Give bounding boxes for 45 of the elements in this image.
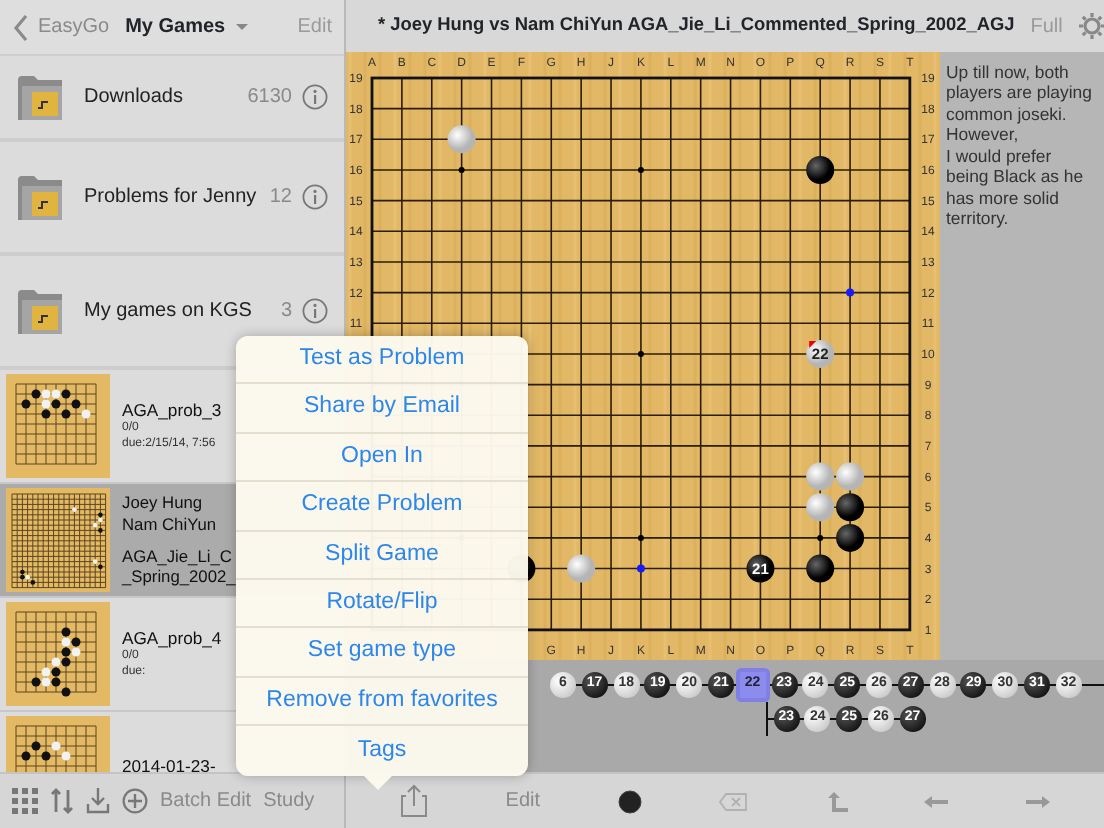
branch-icon[interactable] [825, 791, 848, 811]
info-icon[interactable] [302, 298, 328, 324]
folder-icon [16, 173, 64, 221]
go-stone[interactable] [806, 554, 835, 583]
folder-row[interactable]: My games on KGS 3 [0, 289, 344, 333]
list-title[interactable]: My Games [125, 12, 226, 42]
sort-icon[interactable] [50, 788, 74, 814]
go-stone[interactable] [806, 156, 835, 184]
game-title: AGA_Jie_Li_C [122, 545, 234, 567]
folder-name: Downloads [84, 84, 183, 112]
comment-text: Up till now, both players are playing common joseki. However, I would prefer being Black as he has more solid territory. [940, 52, 1104, 660]
point-marker [846, 288, 855, 297]
folder-row[interactable]: Downloads 6130 [0, 75, 344, 119]
folder-name: My games on KGS [84, 298, 252, 326]
game-title: AGA_prob_4 [122, 627, 222, 649]
item-count: 3 [280, 298, 292, 326]
game-title: AGA_prob_3 [122, 399, 222, 421]
grid-view-icon[interactable] [12, 788, 38, 814]
download-icon[interactable] [86, 788, 110, 814]
folder-name: Problems for Jenny [84, 184, 257, 212]
settings-icon[interactable] [1078, 12, 1104, 40]
next-icon[interactable] [1025, 793, 1050, 809]
folder-icon [16, 287, 64, 335]
game-title: _Spring_2002_ [122, 566, 234, 589]
game-title: * Joey Hung vs Nam ChiYun AGA_Jie_Li_Commented_Spring_2002_AGJ [378, 12, 1015, 39]
add-icon[interactable] [122, 788, 148, 814]
folder-row[interactable]: Problems for Jenny 12 [0, 175, 344, 219]
board-thumbnail-drawing [6, 488, 110, 592]
game-title: Joey Hung [122, 491, 205, 514]
item-count: 12 [269, 184, 292, 212]
board-thumbnail-drawing [6, 602, 110, 706]
game-title: Nam ChiYun [122, 513, 219, 535]
share-icon[interactable] [400, 784, 429, 818]
go-stone[interactable] [836, 493, 865, 522]
go-stone[interactable] [836, 523, 865, 552]
dropdown-caret-icon[interactable] [235, 24, 248, 30]
info-icon[interactable] [302, 184, 328, 210]
stone-color-icon[interactable] [617, 789, 642, 813]
folder-icon [16, 73, 64, 121]
previous-icon[interactable] [924, 793, 949, 809]
item-count: 6130 [247, 84, 292, 112]
board-thumbnail-drawing [6, 374, 110, 478]
point-marker [636, 564, 645, 573]
info-icon[interactable] [302, 84, 328, 110]
back-icon[interactable] [12, 13, 30, 41]
